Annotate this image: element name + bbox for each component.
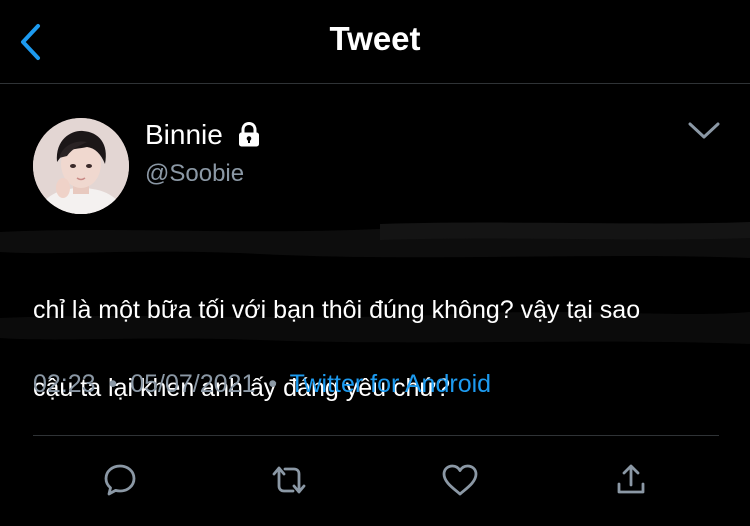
avatar[interactable] [33,118,129,214]
share-icon [617,464,645,494]
chevron-down-icon [688,122,720,139]
retweet-icon [272,466,306,494]
like-button[interactable] [438,458,482,502]
tweet-text-line-1: chỉ là một bữa tối với bạn thôi đúng khô… [33,296,641,324]
tweet-source-link[interactable]: Twitter for Android [290,370,491,398]
tweet-date[interactable]: 05/07/2021 [130,370,255,398]
tweet-metadata: 02:23 • 05/07/2021 • Twitter for Android [33,370,491,399]
tweet-menu-button[interactable] [684,118,724,144]
display-name-text: Binnie [145,119,223,150]
display-name[interactable]: Binnie [145,119,261,151]
reply-button[interactable] [98,458,142,502]
lock-icon [237,122,261,148]
top-bar: Tweet [0,0,750,84]
heart-icon [442,464,478,496]
metadata-separator: • [268,370,278,398]
reply-icon [104,464,136,496]
divider [33,435,719,436]
share-button[interactable] [609,458,653,502]
tweet-time[interactable]: 02:23 [33,370,96,398]
metadata-separator: • [108,370,118,398]
retweet-button[interactable] [267,458,311,502]
avatar-image [33,118,129,214]
tweet-text: chỉ là một bữa tối với bạn thôi đúng khô… [33,252,723,447]
page-title: Tweet [329,20,421,57]
user-handle[interactable]: @Soobie [145,160,244,188]
